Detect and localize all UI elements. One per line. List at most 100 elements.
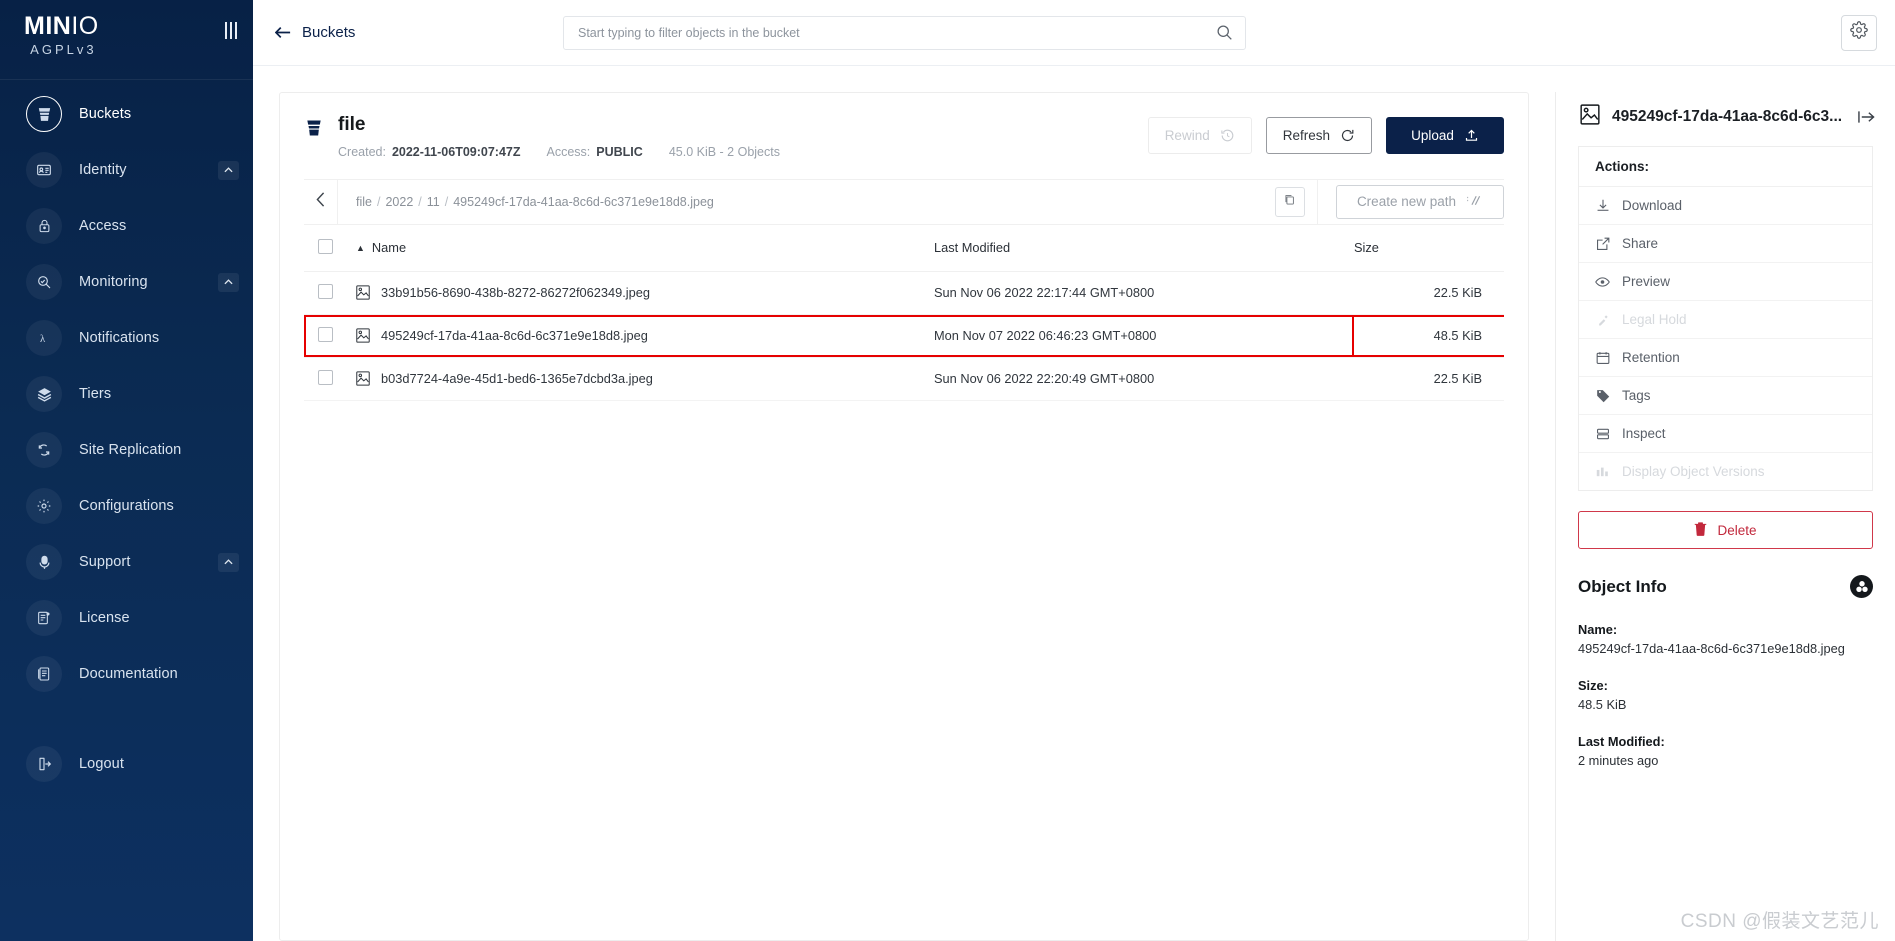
sidebar-collapse-icon[interactable] — [224, 22, 237, 39]
search-input[interactable] — [578, 25, 1216, 40]
rewind-label: Rewind — [1164, 128, 1210, 143]
search-icon[interactable] — [1216, 24, 1233, 41]
chevron-up-icon[interactable] — [218, 272, 239, 292]
action-retention[interactable]: Retention — [1579, 339, 1872, 377]
object-info-badge-icon — [1850, 575, 1873, 598]
upload-label: Upload — [1411, 128, 1454, 143]
table-row[interactable]: b03d7724-4a9e-45d1-bed6-1365e7dcbd3a.jpe… — [304, 357, 1504, 401]
sidebar-item-monitoring[interactable]: Monitoring — [0, 254, 253, 310]
row-checkbox[interactable] — [318, 283, 333, 299]
rewind-button[interactable]: Rewind — [1147, 117, 1252, 154]
table-body: 33b91b56-8690-438b-8272-86272f062349.jpe… — [304, 271, 1504, 401]
breadcrumb-item[interactable]: 11 — [427, 195, 440, 209]
column-header-last-modified-label: Last Modified — [934, 240, 1011, 256]
sidebar-item-site-replication[interactable]: Site Replication — [0, 422, 253, 478]
identity-icon — [26, 152, 62, 188]
breadcrumb-separator: / — [376, 194, 381, 209]
table-row[interactable]: 33b91b56-8690-438b-8272-86272f062349.jpe… — [304, 271, 1504, 315]
object-filter-search[interactable] — [563, 15, 1246, 50]
sidebar-item-identity[interactable]: Identity — [0, 142, 253, 198]
select-all-checkbox[interactable] — [318, 238, 333, 254]
sidebar-item-notifications[interactable]: λ Notifications — [0, 310, 253, 366]
refresh-button[interactable]: Refresh — [1265, 117, 1372, 154]
row-checkbox[interactable] — [318, 326, 333, 342]
bucket-icon — [26, 96, 62, 132]
sidebar-item-label: Support — [79, 554, 131, 570]
object-info-key: Last Modified: — [1578, 734, 1665, 750]
chevron-up-icon[interactable] — [218, 160, 239, 180]
column-header-name[interactable]: ▲ Name — [356, 224, 934, 272]
create-new-path-label: Create new path — [1356, 194, 1456, 210]
objects-browser: file Created: 2022-11-06T09:07:47Z Acces… — [253, 92, 1529, 941]
bucket-summary: 45.0 KiB - 2 Objects — [668, 144, 780, 159]
logo-main: MIN — [24, 12, 72, 40]
row-name-cell: 495249cf-17da-41aa-8c6d-6c371e9e18d8.jpe… — [356, 314, 934, 358]
row-size-cell: 22.5 KiB — [1354, 357, 1504, 401]
access-label: Access: — [546, 144, 591, 159]
lambda-icon: λ — [26, 320, 62, 356]
close-panel-icon[interactable] — [1858, 110, 1875, 124]
action-label: Tags — [1622, 388, 1651, 403]
chevron-left-icon — [316, 192, 325, 212]
create-new-path-button[interactable]: Create new path — [1335, 184, 1504, 219]
bucket-header: file Created: 2022-11-06T09:07:47Z Acces… — [280, 93, 1528, 179]
bucket-card: file Created: 2022-11-06T09:07:47Z Acces… — [279, 92, 1529, 941]
sidebar-nav: Buckets Identity Access Monitoring λ Not… — [0, 80, 253, 941]
sidebar-item-label: Documentation — [79, 666, 178, 682]
sidebar-item-access[interactable]: Access — [0, 198, 253, 254]
select-all-header — [304, 224, 356, 272]
row-name-cell: b03d7724-4a9e-45d1-bed6-1365e7dcbd3a.jpe… — [356, 357, 934, 401]
tag-icon — [1595, 389, 1610, 403]
gear-icon — [1850, 21, 1868, 44]
sidebar-item-tiers[interactable]: Tiers — [0, 366, 253, 422]
back-to-buckets-link[interactable]: Buckets — [275, 24, 355, 41]
access-value: PUBLIC — [596, 144, 643, 159]
content-area: file Created: 2022-11-06T09:07:47Z Acces… — [253, 66, 1895, 941]
breadcrumb-item[interactable]: file — [356, 195, 372, 209]
sidebar-item-buckets[interactable]: Buckets — [0, 86, 253, 142]
refresh-label: Refresh — [1282, 128, 1330, 143]
object-info-group: Last Modified: 2 minutes ago — [1578, 734, 1873, 770]
monitoring-icon — [26, 264, 62, 300]
sidebar-item-label: Notifications — [79, 330, 160, 346]
sidebar-item-label: Buckets — [79, 106, 132, 122]
sidebar-item-documentation[interactable]: Documentation — [0, 646, 253, 702]
row-select-cell — [304, 271, 356, 315]
action-inspect[interactable]: Inspect — [1579, 415, 1872, 453]
upload-button[interactable]: Upload — [1386, 117, 1504, 154]
gear-icon — [26, 488, 62, 524]
image-file-icon — [356, 371, 370, 387]
settings-button[interactable] — [1841, 14, 1877, 51]
breadcrumb-item[interactable]: 2022 — [385, 195, 413, 209]
copy-path-button[interactable] — [1274, 186, 1305, 217]
action-label: Display Object Versions — [1622, 464, 1765, 479]
action-preview[interactable]: Preview — [1579, 263, 1872, 301]
column-header-last-modified[interactable]: Last Modified — [934, 224, 1354, 272]
object-info-value: 2 minutes ago — [1578, 753, 1659, 769]
sidebar-item-configurations[interactable]: Configurations — [0, 478, 253, 534]
inspect-icon — [1595, 427, 1610, 441]
row-checkbox[interactable] — [318, 369, 333, 385]
object-info-key: Name: — [1578, 622, 1618, 637]
sidebar-item-license[interactable]: License — [0, 590, 253, 646]
table-row[interactable]: 495249cf-17da-41aa-8c6d-6c371e9e18d8.jpe… — [304, 314, 1504, 358]
delete-label: Delete — [1717, 522, 1757, 538]
copy-icon — [1283, 193, 1296, 211]
sidebar-item-label: Logout — [79, 756, 124, 772]
action-tags[interactable]: Tags — [1579, 377, 1872, 415]
sidebar-item-logout[interactable]: Logout — [0, 736, 253, 792]
sidebar-item-support[interactable]: Support — [0, 534, 253, 590]
page-title: file — [338, 114, 366, 135]
legal-hold-icon — [1595, 313, 1610, 327]
column-header-size[interactable]: Size — [1354, 224, 1504, 272]
path-back-button[interactable] — [304, 179, 338, 224]
action-share[interactable]: Share — [1579, 225, 1872, 263]
action-download[interactable]: Download — [1579, 187, 1872, 225]
chevron-up-icon[interactable] — [218, 552, 239, 572]
breadcrumb-item[interactable]: 495249cf-17da-41aa-8c6d-6c371e9e18d8.jpe… — [453, 195, 714, 209]
object-info-value: 495249cf-17da-41aa-8c6d-6c371e9e18d8.jpe… — [1578, 641, 1845, 656]
row-name-label: b03d7724-4a9e-45d1-bed6-1365e7dcbd3a.jpe… — [381, 371, 653, 387]
delete-button[interactable]: Delete — [1578, 511, 1873, 549]
image-file-icon — [356, 285, 370, 301]
